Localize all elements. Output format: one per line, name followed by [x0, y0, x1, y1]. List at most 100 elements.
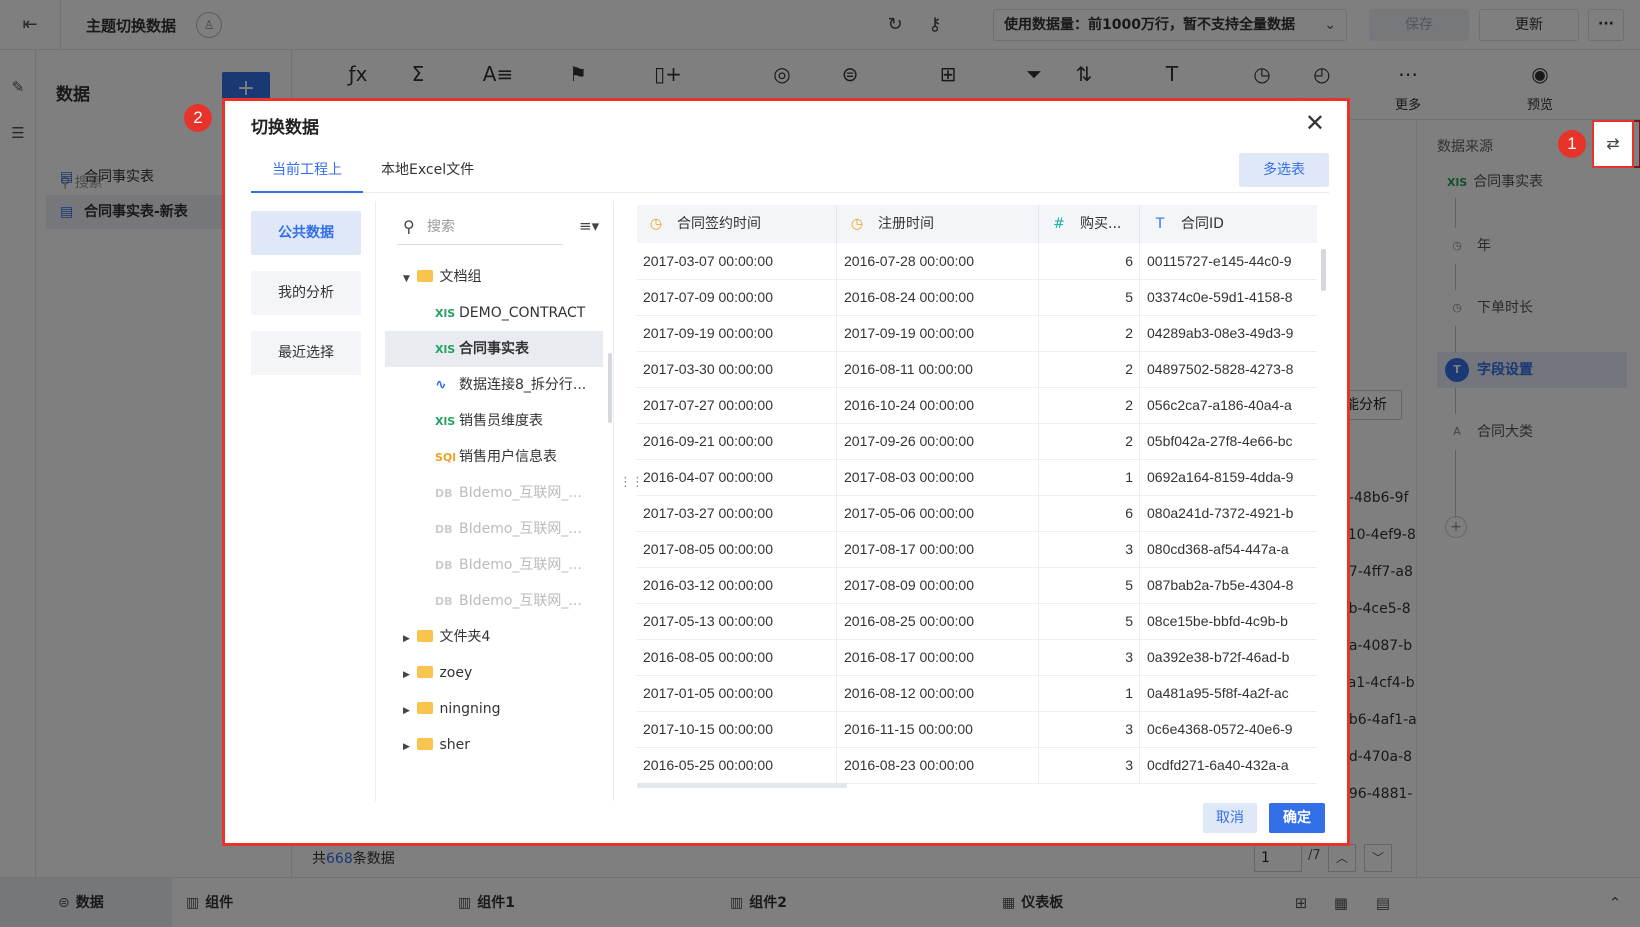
category-list: 公共数据 我的分析 最近选择	[251, 211, 361, 391]
table-cell: 2016-09-21 00:00:00	[637, 423, 837, 459]
tree-item[interactable]: DB BIdemo_互联网_...	[385, 547, 603, 583]
table-cell: 1	[1040, 459, 1140, 495]
table-vertical-scrollbar[interactable]	[1321, 249, 1326, 291]
column-header[interactable]: ◷ 注册时间	[838, 205, 1039, 243]
table-cell: 3	[1040, 531, 1140, 567]
table-cell: 2	[1040, 351, 1140, 387]
number-icon: #	[1053, 216, 1065, 232]
table-cell: 2017-08-17 00:00:00	[838, 531, 1039, 567]
table-row[interactable]: 2016-08-05 00:00:00 2016-08-17 00:00:00 3 0…	[637, 639, 1317, 676]
tree-label: ningning	[439, 701, 501, 717]
confirm-button[interactable]: 确定	[1269, 803, 1325, 833]
dialog-title: 切换数据	[251, 118, 319, 138]
db-icon: DB	[435, 487, 453, 500]
tree-item[interactable]: DB BIdemo_互联网_...	[385, 475, 603, 511]
annotation-badge-2: 2	[184, 104, 212, 132]
tree-folder[interactable]: ▶ ningning	[385, 691, 603, 727]
table-cell: 3	[1040, 747, 1140, 783]
column-label: 合同ID	[1181, 216, 1224, 232]
tree-search-input[interactable]: ⚲ 搜索	[397, 213, 563, 245]
table-cell: 3	[1040, 639, 1140, 675]
cancel-button[interactable]: 取消	[1203, 803, 1257, 833]
table-cell: 0c6e4368-0572-40e6-9	[1147, 721, 1293, 737]
table-row[interactable]: 2017-07-27 00:00:00 2016-10-24 00:00:00 2 0…	[637, 387, 1317, 424]
table-cell: 5	[1040, 567, 1140, 603]
folder-icon	[417, 738, 434, 750]
table-cell: 2016-08-05 00:00:00	[637, 639, 837, 675]
xls-icon: XlS	[435, 343, 456, 356]
caret-down-icon: ▼	[403, 274, 410, 284]
category-my-analysis[interactable]: 我的分析	[251, 271, 361, 315]
table-row[interactable]: 2017-03-30 00:00:00 2016-08-11 00:00:00 2 0…	[637, 351, 1317, 388]
tree-filter-icon[interactable]: ≡▾	[579, 217, 605, 241]
table-cell: 0a392e38-b72f-46ad-b	[1147, 649, 1290, 665]
tree-item[interactable]: DB BIdemo_互联网_...	[385, 583, 603, 619]
column-header[interactable]: T 合同ID	[1141, 205, 1317, 243]
table-cell: 2	[1040, 315, 1140, 351]
tree-item[interactable]: ∿ 数据连接8_拆分行...	[385, 367, 603, 403]
table-cell: 6	[1040, 495, 1140, 531]
caret-right-icon: ▶	[403, 634, 410, 644]
column-label: 合同签约时间	[677, 216, 761, 232]
folder-icon	[417, 270, 434, 282]
table-cell: 0cdfd271-6a40-432a-a	[1147, 757, 1289, 773]
sql-icon: SQl	[435, 451, 457, 464]
tree-item[interactable]: DB BIdemo_互联网_...	[385, 511, 603, 547]
table-row[interactable]: 2017-09-19 00:00:00 2017-09-19 00:00:00 2 0…	[637, 315, 1317, 352]
table-row[interactable]: 2017-08-05 00:00:00 2017-08-17 00:00:00 3 0…	[637, 531, 1317, 568]
switch-data-highlight[interactable]: ⇄	[1592, 120, 1634, 168]
table-cell: 04897502-5828-4273-8	[1147, 361, 1294, 377]
table-horizontal-scrollbar[interactable]	[637, 783, 847, 788]
tree-folder[interactable]: ▶ 文件夹4	[385, 619, 603, 655]
tree-folder[interactable]: ▶ zoey	[385, 655, 603, 691]
table-row[interactable]: 2017-05-13 00:00:00 2016-08-25 00:00:00 5 0…	[637, 603, 1317, 640]
table-cell: 2016-10-24 00:00:00	[838, 387, 1039, 423]
tree-folder[interactable]: ▼ 文档组	[385, 259, 603, 295]
tree-item[interactable]: XlS 销售员维度表	[385, 403, 603, 439]
table-cell: 2017-09-26 00:00:00	[838, 423, 1039, 459]
column-label: 注册时间	[878, 216, 934, 232]
table-cell: 2017-01-05 00:00:00	[637, 675, 837, 711]
column-header[interactable]: # 购买...	[1040, 205, 1140, 243]
tree-label: BIdemo_互联网_...	[459, 521, 582, 537]
category-public[interactable]: 公共数据	[251, 211, 361, 255]
table-row[interactable]: 2017-01-05 00:00:00 2016-08-12 00:00:00 1 0…	[637, 675, 1317, 712]
tree-item[interactable]: SQl 销售用户信息表	[385, 439, 603, 475]
tab-current-project[interactable]: 当前工程上	[251, 153, 363, 193]
db-icon: DB	[435, 523, 453, 536]
tab-local-excel[interactable]: 本地Excel文件	[381, 153, 474, 193]
table-row[interactable]: 2016-03-12 00:00:00 2017-08-09 00:00:00 5 0…	[637, 567, 1317, 604]
table-row[interactable]: 2017-07-09 00:00:00 2016-08-24 00:00:00 5 0…	[637, 279, 1317, 316]
table-row[interactable]: 2017-03-07 00:00:00 2016-07-28 00:00:00 6 0…	[637, 243, 1317, 280]
table-cell: 0692a164-8159-4dda-9	[1147, 469, 1294, 485]
category-recent[interactable]: 最近选择	[251, 331, 361, 375]
table-cell: 2016-08-17 00:00:00	[838, 639, 1039, 675]
table-row[interactable]: 2016-09-21 00:00:00 2017-09-26 00:00:00 2 0…	[637, 423, 1317, 460]
tree-folder[interactable]: ▶ sher	[385, 727, 603, 763]
table-cell: 087bab2a-7b5e-4304-8	[1147, 577, 1294, 593]
multi-select-button[interactable]: 多选表	[1239, 153, 1329, 187]
tree-label: 文档组	[439, 269, 482, 285]
data-preview-table: ◷ 合同签约时间 ◷ 注册时间 # 购买... T 合同ID 2017-03-07 00…	[637, 205, 1317, 785]
tree-label: 销售员维度表	[459, 413, 543, 429]
table-row[interactable]: 2017-10-15 00:00:00 2016-11-15 00:00:00 3 0…	[637, 711, 1317, 748]
tree-item[interactable]: XlS DEMO_CONTRACT	[385, 295, 603, 331]
table-cell: 2017-03-30 00:00:00	[637, 351, 837, 387]
divider	[613, 201, 614, 801]
table-cell: 2016-07-28 00:00:00	[838, 243, 1039, 279]
table-row[interactable]: 2016-04-07 00:00:00 2017-08-03 00:00:00 1 0…	[637, 459, 1317, 496]
annotation-badge-1: 1	[1558, 130, 1586, 158]
text-icon: T	[1155, 216, 1165, 232]
table-row[interactable]: 2017-03-27 00:00:00 2017-05-06 00:00:00 6 0…	[637, 495, 1317, 532]
column-header[interactable]: ◷ 合同签约时间	[637, 205, 837, 243]
tree-label: DEMO_CONTRACT	[459, 305, 586, 321]
table-cell: 08ce15be-bbfd-4c9b-b	[1147, 613, 1288, 629]
table-cell: 2017-07-27 00:00:00	[637, 387, 837, 423]
close-icon[interactable]: ✕	[1305, 109, 1325, 137]
table-row[interactable]: 2016-05-25 00:00:00 2016-08-23 00:00:00 3 0…	[637, 747, 1317, 784]
table-cell: 2017-03-07 00:00:00	[637, 243, 837, 279]
tree-item[interactable]: XlS 合同事实表	[385, 331, 603, 367]
table-cell: 2016-08-23 00:00:00	[838, 747, 1039, 783]
table-cell: 00115727-e145-44c0-9	[1147, 253, 1292, 269]
tree-scrollbar[interactable]	[608, 353, 612, 423]
